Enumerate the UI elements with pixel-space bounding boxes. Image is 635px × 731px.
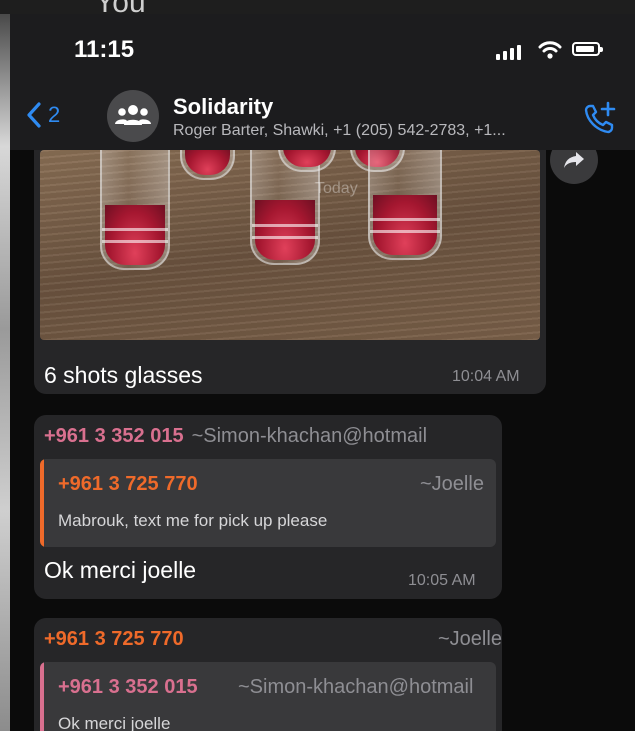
date-watermark: Today — [315, 180, 358, 197]
quoted-sender-phone: +961 3 725 770 — [58, 473, 198, 495]
group-members[interactable]: Roger Barter, Shawki, +1 (205) 542-2783,… — [173, 122, 506, 140]
message-photo[interactable]: Today — [40, 150, 540, 340]
group-avatar[interactable] — [107, 90, 159, 142]
background-top-strip: You — [0, 0, 635, 19]
glass-liquid — [185, 150, 230, 175]
back-button[interactable]: 2 — [26, 98, 60, 132]
quoted-sender-alias: ~Simon-khachan@hotmail — [238, 676, 474, 698]
message-time: 10:05 AM — [408, 572, 476, 589]
reply-message-bubble[interactable]: +961 3 725 770 ~Joelle +961 3 352 015 ~S… — [34, 618, 502, 731]
group-avatar-icon — [115, 105, 151, 125]
sender-alias: ~Simon-khachan@hotmail — [191, 425, 428, 447]
message-sender[interactable]: +961 3 352 015 ~Simon-khachan@hotmail — [44, 425, 427, 448]
shot-glass — [368, 150, 442, 260]
sender-phone[interactable]: +961 3 725 770 — [44, 628, 184, 650]
glass-liquid — [105, 205, 165, 265]
glass-ring — [370, 218, 440, 221]
glass-liquid — [283, 150, 331, 167]
back-chevron-icon — [27, 102, 41, 128]
glass-liquid — [255, 200, 315, 260]
phone-screen: Today 6 shots glasses 10:04 AM +961 3 35… — [10, 14, 635, 731]
quoted-text: Mabrouk, text me for pick up please — [58, 511, 328, 530]
sender-alias: ~Joelle — [438, 628, 502, 650]
back-count-badge: 2 — [48, 102, 61, 127]
quote-bar — [40, 459, 44, 547]
chat-header: 2 Solidarity Roger Barter, Shawki, +1 (2… — [10, 84, 635, 150]
sender-phone[interactable]: +961 3 352 015 — [44, 425, 184, 447]
glass-ring — [102, 240, 168, 243]
add-call-icon[interactable] — [582, 100, 618, 136]
group-name[interactable]: Solidarity — [173, 94, 273, 120]
reply-message-bubble[interactable]: +961 3 352 015 ~Simon-khachan@hotmail +96… — [34, 415, 502, 599]
quoted-sender-alias: ~Joelle — [420, 473, 484, 495]
message-caption: 6 shots glasses — [44, 362, 203, 388]
message-sender[interactable]: +961 3 725 770 ~Joelle — [44, 628, 502, 651]
quote-bar — [40, 662, 44, 731]
battery-icon — [572, 42, 603, 56]
shot-glass — [100, 150, 170, 270]
quoted-message[interactable]: +961 3 725 770 ~Joelle Mabrouk, text me … — [40, 459, 496, 547]
quoted-text: Ok merci joelle — [58, 714, 171, 731]
message-text: Ok merci joelle — [44, 557, 197, 583]
quoted-sender-phone: +961 3 352 015 — [58, 676, 198, 698]
glass-ring — [102, 228, 168, 231]
glass-liquid — [373, 195, 437, 255]
message-time: 10:04 AM — [452, 368, 520, 385]
status-time: 11:15 — [74, 36, 135, 63]
photo-message-bubble[interactable]: Today 6 shots glasses 10:04 AM — [34, 124, 546, 394]
forward-icon — [564, 152, 584, 168]
status-bar: 11:15 — [10, 14, 635, 84]
quoted-message[interactable]: +961 3 352 015 ~Simon-khachan@hotmail Ok… — [40, 662, 496, 731]
glass-ring — [370, 230, 440, 233]
wifi-icon — [538, 41, 562, 59]
glass-ring — [252, 224, 318, 227]
glass-ring — [252, 236, 318, 239]
signal-icon — [496, 44, 521, 60]
